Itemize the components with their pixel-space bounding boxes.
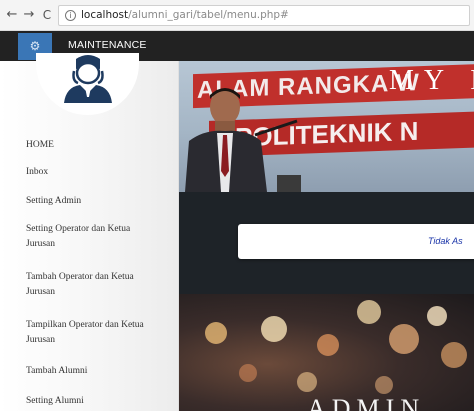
bokeh-light <box>441 342 467 368</box>
bokeh-light <box>261 316 287 342</box>
sidebar-item-tampilkan-operator[interactable]: Tampilkan Operator dan Ketua Jurusan <box>26 318 152 348</box>
bokeh-light <box>317 334 339 356</box>
bokeh-light <box>297 372 317 392</box>
bokeh-light <box>427 306 447 326</box>
banner-overlay-title: MY I <box>389 65 474 96</box>
address-bar[interactable]: i localhost/alumni_gari/tabel/menu.php# <box>58 5 470 26</box>
back-arrow-icon[interactable]: ← <box>4 6 20 24</box>
url-path: /alumni_gari/tabel/menu.php# <box>128 9 289 21</box>
sidebar-item-home[interactable]: HOME <box>26 138 174 153</box>
gear-icon: ⚙ <box>29 39 41 53</box>
sidebar-item-setting-alumni[interactable]: Setting Alumni <box>26 394 174 409</box>
sidebar: HOME Inbox Setting Admin Setting Operato… <box>0 53 179 411</box>
content-panel: Tidak As <box>179 192 474 294</box>
hero-title: ADMIN <box>307 394 426 411</box>
bokeh-light <box>357 300 381 324</box>
app-title: MAINTENANCE <box>68 39 147 51</box>
hero-background: ADMIN <box>179 294 474 411</box>
sidebar-item-inbox[interactable]: Inbox <box>26 165 174 180</box>
banner-photo: ALAM RANGKA W POLITEKNIK N MY I <box>179 61 474 192</box>
user-avatar-icon <box>64 55 112 103</box>
speaker-photo <box>185 88 301 192</box>
bokeh-light <box>375 376 393 394</box>
bokeh-light <box>389 324 419 354</box>
reload-icon[interactable]: C <box>39 6 55 24</box>
sidebar-item-setting-admin[interactable]: Setting Admin <box>26 194 174 209</box>
url-host: localhost <box>81 9 129 21</box>
browser-toolbar: ← → C i localhost/alumni_gari/tabel/menu… <box>0 0 474 31</box>
alert-box: Tidak As <box>238 224 474 259</box>
alert-text: Tidak As <box>428 236 463 246</box>
forward-arrow-icon[interactable]: → <box>21 6 37 24</box>
sidebar-item-tambah-alumni[interactable]: Tambah Alumni <box>26 364 174 379</box>
sidebar-item-tambah-operator[interactable]: Tambah Operator dan Ketua Jurusan <box>26 270 146 300</box>
info-icon[interactable]: i <box>65 10 76 21</box>
avatar <box>36 53 139 115</box>
bokeh-light <box>205 322 227 344</box>
url-text[interactable]: localhost/alumni_gari/tabel/menu.php# <box>81 9 289 21</box>
sidebar-item-setting-operator[interactable]: Setting Operator dan Ketua Jurusan <box>26 222 148 252</box>
bokeh-light <box>239 364 257 382</box>
